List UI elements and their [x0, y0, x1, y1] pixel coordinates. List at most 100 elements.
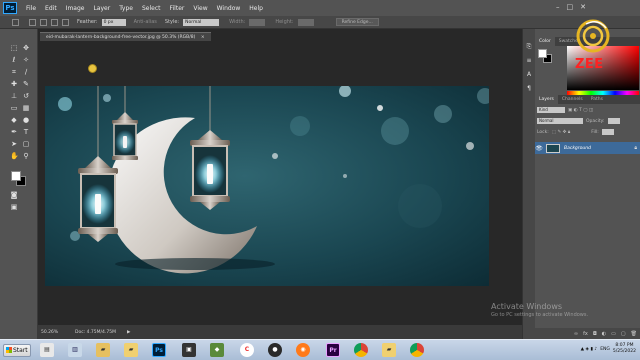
zoom-tool-icon[interactable]: ⚲: [22, 152, 30, 160]
maximize-button[interactable]: □: [567, 3, 574, 11]
menu-view[interactable]: View: [193, 5, 207, 12]
path-selection-tool-icon[interactable]: ➤: [10, 140, 18, 148]
eraser-tool-icon[interactable]: ▭: [10, 104, 18, 112]
document-tab[interactable]: eid-mubarak-lantern-background-free-vect…: [40, 32, 211, 41]
link-layers-icon[interactable]: ∞: [574, 331, 578, 337]
layer-kind-filter[interactable]: Kind: [537, 107, 565, 113]
color-foreground-swatch[interactable]: [538, 49, 547, 58]
character-panel-icon[interactable]: A: [525, 71, 533, 79]
delete-layer-icon[interactable]: 🗑︎: [631, 331, 637, 337]
blur-tool-icon[interactable]: ◆: [10, 116, 18, 124]
eyedropper-tool-icon[interactable]: ∕: [22, 68, 30, 76]
taskbar-premiere-icon[interactable]: Pr: [326, 343, 340, 357]
tab-paths[interactable]: Paths: [587, 95, 607, 104]
windows-logo-icon: [6, 347, 12, 353]
history-panel-icon[interactable]: ⎘: [525, 43, 533, 51]
screen-mode-icon[interactable]: ▣: [10, 203, 18, 211]
intersect-selection-icon[interactable]: [62, 18, 69, 26]
magic-wand-tool-icon[interactable]: ✧: [22, 56, 30, 64]
menu-select[interactable]: Select: [142, 5, 161, 12]
feather-label: Feather:: [77, 19, 98, 25]
taskbar-app-icon[interactable]: ●: [268, 343, 282, 357]
shape-tool-icon[interactable]: ▢: [22, 140, 30, 148]
foreground-color-swatch[interactable]: [11, 171, 21, 181]
new-layer-icon[interactable]: ▢: [621, 331, 626, 337]
layer-row-background[interactable]: 👁︎ Background 🔒︎: [535, 142, 640, 154]
layers-footer: ∞ fx ◘ ◐ ▭ ▢ 🗑︎: [535, 328, 640, 339]
menu-help[interactable]: Help: [249, 5, 263, 12]
taskbar-app-icon[interactable]: ▣: [182, 343, 196, 357]
visibility-eye-icon[interactable]: 👁︎: [535, 145, 543, 152]
anti-alias-checkbox[interactable]: Anti-alias: [134, 19, 157, 25]
taskbar-app-icon[interactable]: ◆: [210, 343, 224, 357]
folder-icon[interactable]: ▰: [382, 343, 396, 357]
taskbar-app-icon[interactable]: ▤: [40, 343, 54, 357]
refine-edge-button[interactable]: Refine Edge...: [335, 18, 379, 26]
tab-channels[interactable]: Channels: [558, 95, 587, 104]
move-tool-icon[interactable]: ✥: [22, 44, 30, 52]
add-mask-icon[interactable]: ◘: [593, 331, 597, 337]
folder-icon[interactable]: ▰: [96, 343, 110, 357]
marquee-tool-icon[interactable]: ⬚: [10, 44, 18, 52]
width-input[interactable]: [249, 18, 266, 26]
menu-window[interactable]: Window: [217, 5, 241, 12]
taskbar-app-icon[interactable]: C: [240, 343, 254, 357]
chrome-icon[interactable]: [410, 343, 424, 357]
quick-mask-icon[interactable]: ◙: [10, 191, 18, 199]
dodge-tool-icon[interactable]: ●: [22, 116, 30, 124]
firefox-icon[interactable]: ◉: [296, 343, 310, 357]
pen-tool-icon[interactable]: ✒: [10, 128, 18, 136]
tray-icons[interactable]: ▲ ◈ ▮ ♪: [581, 347, 598, 352]
clock[interactable]: 8:07 PM 5/25/2022: [613, 343, 636, 355]
hand-tool-icon[interactable]: ✋: [10, 152, 19, 160]
menu-type[interactable]: Type: [119, 5, 133, 12]
new-group-icon[interactable]: ▭: [611, 331, 616, 337]
menu-edit[interactable]: Edit: [45, 5, 57, 12]
taskbar-photoshop-icon[interactable]: Ps: [152, 343, 166, 357]
opacity-input[interactable]: [607, 118, 620, 124]
folder-icon[interactable]: ▰: [124, 343, 138, 357]
menu-image[interactable]: Image: [66, 5, 85, 12]
gradient-tool-icon[interactable]: ▦: [22, 104, 30, 112]
zoom-level-field[interactable]: 50.26%: [41, 330, 75, 335]
filter-icons[interactable]: ▣ ◐ T ▢ ◫: [568, 108, 593, 113]
taskbar-app-icon[interactable]: ▥: [68, 343, 82, 357]
crop-tool-icon[interactable]: ⌗: [10, 68, 18, 76]
start-label: Start: [13, 347, 28, 354]
status-menu-arrow-icon[interactable]: ▶: [127, 330, 130, 335]
language-indicator[interactable]: ENG: [600, 347, 610, 352]
close-tab-icon[interactable]: ×: [201, 35, 205, 40]
minimize-button[interactable]: –: [556, 3, 560, 11]
document-canvas[interactable]: [45, 86, 489, 286]
marquee-preset-icon[interactable]: [12, 18, 19, 26]
style-select[interactable]: Normal: [183, 18, 220, 26]
feather-input[interactable]: 0 px: [101, 18, 126, 26]
height-input[interactable]: [297, 18, 314, 26]
tab-layers[interactable]: Layers: [535, 95, 558, 104]
brush-tool-icon[interactable]: ✎: [22, 80, 30, 88]
history-brush-tool-icon[interactable]: ↺: [22, 92, 30, 100]
paragraph-panel-icon[interactable]: ¶: [525, 85, 533, 93]
start-button[interactable]: Start: [3, 344, 31, 357]
menu-bar: Ps File Edit Image Layer Type Select Fil…: [0, 0, 640, 16]
menu-layer[interactable]: Layer: [93, 5, 110, 12]
healing-brush-tool-icon[interactable]: ✚: [10, 80, 18, 88]
menu-file[interactable]: File: [26, 5, 36, 12]
document-tab-title: eid-mubarak-lantern-background-free-vect…: [46, 35, 196, 40]
layer-style-icon[interactable]: fx: [583, 331, 588, 337]
tab-color[interactable]: Color: [535, 37, 555, 46]
chrome-icon[interactable]: [354, 343, 368, 357]
clone-stamp-tool-icon[interactable]: ⊥: [10, 92, 18, 100]
adjustment-layer-icon[interactable]: ◐: [602, 331, 606, 337]
lasso-tool-icon[interactable]: ℓ: [10, 56, 18, 64]
blend-mode-select[interactable]: Normal: [537, 118, 583, 124]
fill-input[interactable]: [601, 129, 614, 135]
properties-panel-icon[interactable]: ≡: [525, 57, 533, 65]
add-selection-icon[interactable]: [40, 18, 47, 26]
menu-filter[interactable]: Filter: [170, 5, 185, 12]
type-tool-icon[interactable]: T: [22, 128, 30, 136]
subtract-selection-icon[interactable]: [51, 18, 58, 26]
new-selection-icon[interactable]: [29, 18, 36, 26]
close-button[interactable]: ✕: [580, 3, 586, 11]
lock-buttons[interactable]: ⬚ ✎ ✥ 🔒︎: [552, 129, 570, 135]
